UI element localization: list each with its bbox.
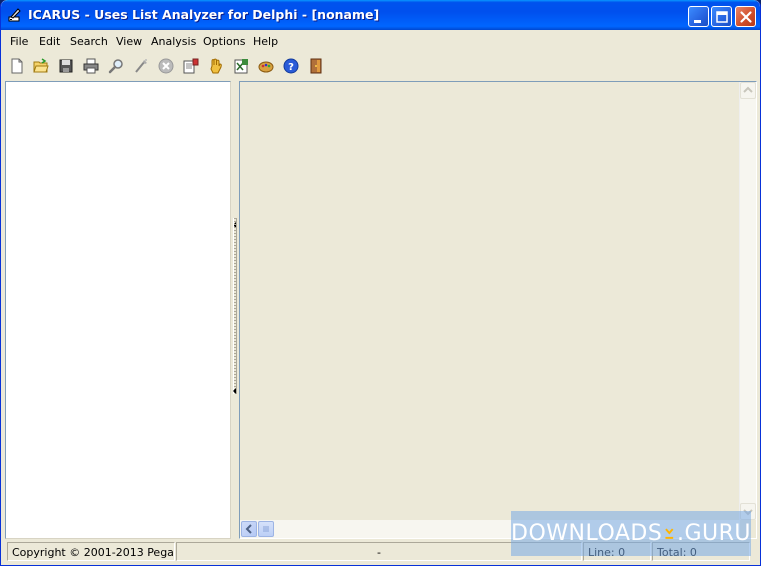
main-view-pane[interactable] <box>239 81 757 539</box>
report-icon <box>183 58 199 74</box>
save-button[interactable] <box>55 55 77 77</box>
help-icon: ? <box>283 58 299 74</box>
menu-edit[interactable]: Edit <box>39 35 60 48</box>
scroll-up-button[interactable] <box>740 82 756 99</box>
unit-tree-pane[interactable] <box>5 81 231 539</box>
toolbar: ? <box>4 54 756 79</box>
download-arrow-icon <box>665 528 674 539</box>
print-icon <box>83 58 99 74</box>
scroll-left-button[interactable] <box>241 521 257 537</box>
minimize-icon <box>694 20 701 23</box>
menu-options[interactable]: Options <box>203 35 245 48</box>
title-bar[interactable]: ICARUS - Uses List Analyzer for Delphi -… <box>1 0 760 30</box>
watermark: DOWNLOADS .GURU <box>511 511 751 556</box>
open-folder-icon <box>33 58 49 73</box>
find-button[interactable] <box>105 55 127 77</box>
menu-help[interactable]: Help <box>253 35 278 48</box>
menu-file[interactable]: File <box>10 35 28 48</box>
menu-search[interactable]: Search <box>70 35 108 48</box>
minimize-button[interactable] <box>688 6 709 27</box>
export-icon <box>234 59 248 74</box>
report-button[interactable] <box>180 55 202 77</box>
find-icon <box>108 59 123 74</box>
close-button[interactable] <box>735 6 756 27</box>
maximize-button[interactable] <box>711 6 732 27</box>
status-copyright: Copyright © 2001-2013 Peganza <box>7 542 175 561</box>
stop-icon <box>158 58 174 74</box>
hand-icon <box>210 58 222 74</box>
grip-lines-icon <box>263 526 269 532</box>
app-icon <box>8 8 21 22</box>
analyze-button[interactable] <box>130 55 152 77</box>
new-file-icon <box>11 58 23 74</box>
help-button[interactable]: ? <box>280 55 302 77</box>
export-button[interactable] <box>230 55 252 77</box>
maximize-icon <box>716 11 728 23</box>
exit-door-icon <box>310 58 322 74</box>
chevron-up-icon <box>743 86 753 93</box>
hand-button[interactable] <box>205 55 227 77</box>
close-icon <box>740 11 752 23</box>
analyze-icon <box>135 59 147 73</box>
new-button[interactable] <box>6 55 28 77</box>
options-icon <box>258 61 274 73</box>
options-button[interactable] <box>255 55 277 77</box>
chevron-left-icon <box>245 524 252 534</box>
save-icon <box>59 59 73 73</box>
app-window: ICARUS - Uses List Analyzer for Delphi -… <box>0 0 761 566</box>
collapse-left-arrow-icon[interactable] <box>232 388 238 394</box>
menu-view[interactable]: View <box>116 35 142 48</box>
splitter-grip[interactable] <box>233 218 237 394</box>
stop-button[interactable] <box>155 55 177 77</box>
watermark-text-guru: .GURU <box>676 521 751 546</box>
horizontal-scroll-thumb[interactable] <box>258 521 274 537</box>
print-button[interactable] <box>80 55 102 77</box>
window-title: ICARUS - Uses List Analyzer for Delphi -… <box>28 7 380 22</box>
open-button[interactable] <box>30 55 52 77</box>
menu-bar: File Edit Search View Analysis Options H… <box>4 32 756 52</box>
watermark-text-downloads: DOWNLOADS <box>511 521 663 546</box>
exit-button[interactable] <box>305 55 327 77</box>
svg-text:?: ? <box>288 62 294 73</box>
vertical-scrollbar[interactable] <box>739 82 756 520</box>
menu-analysis[interactable]: Analysis <box>151 35 196 48</box>
pane-splitter[interactable] <box>231 81 239 539</box>
